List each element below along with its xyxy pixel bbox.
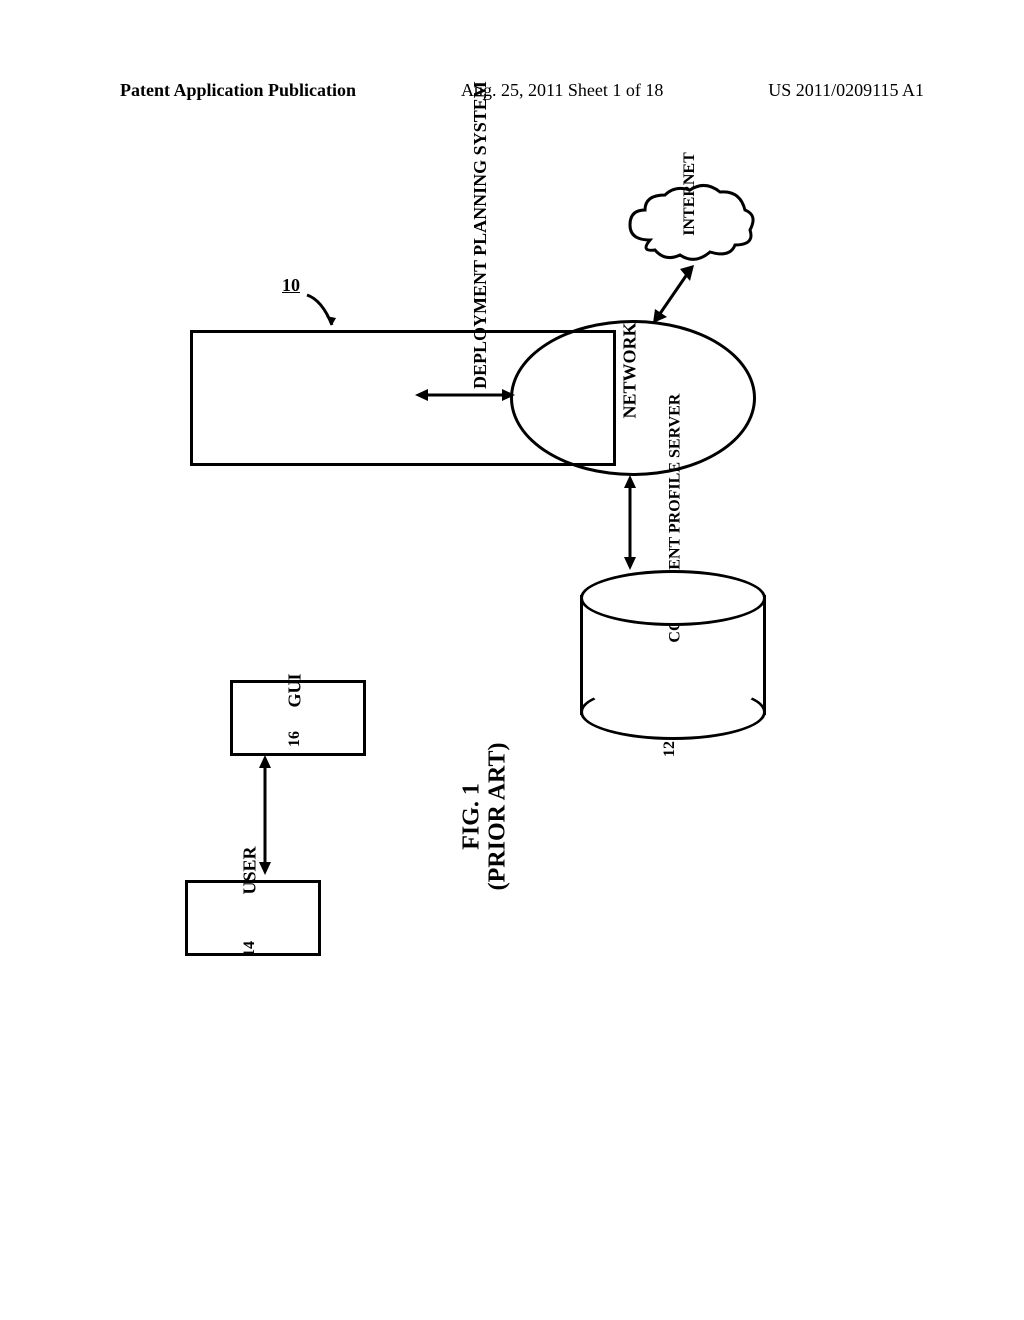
network-label: NETWORK [620,321,641,421]
internet-label: INTERNET [681,144,699,244]
caption-line2: (PRIOR ART) [485,742,511,890]
figure-caption: FIG. 1 (PRIOR ART) [459,741,512,891]
user-number: 14 [241,909,259,989]
arrow-network-server [610,470,650,575]
server-number: 12 [661,729,679,769]
arrow-deployment-network [410,375,520,415]
diagram: USER 14 DEPLOYMENT PLANNING SYSTEM 10 GU… [130,180,880,1030]
arrow-network-internet [645,255,705,330]
gui-number: 16 [286,709,304,769]
header-left: Patent Application Publication [120,80,356,101]
leader-arrow-10 [302,290,342,335]
reference-10: 10 [282,275,300,296]
arrow-user-gui [245,750,285,880]
database-icon [580,570,760,740]
caption-line1: FIG. 1 [459,783,485,850]
page-header: Patent Application Publication Aug. 25, … [0,0,1024,111]
deployment-label: DEPLOYMENT PLANNING SYSTEM [471,129,489,389]
header-center: Aug. 25, 2011 Sheet 1 of 18 [461,80,663,101]
header-right: US 2011/0209115 A1 [768,80,924,101]
